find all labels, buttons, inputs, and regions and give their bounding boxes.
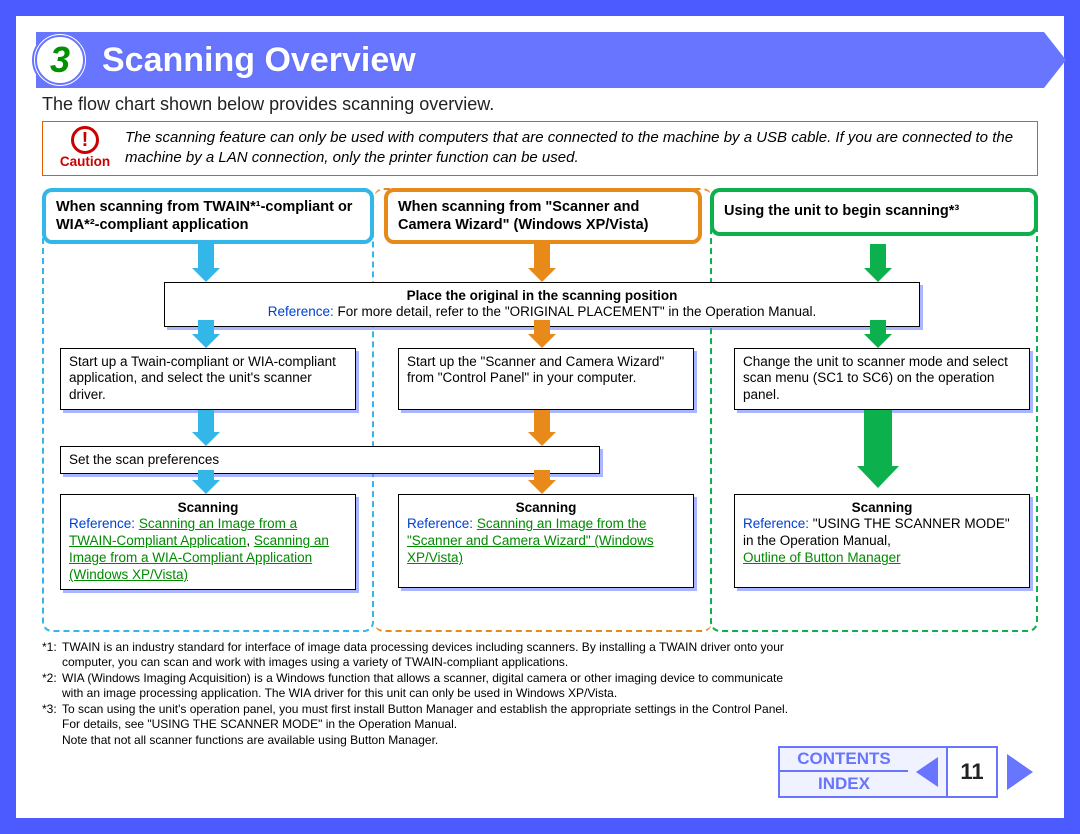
- flowchart-area: When scanning from TWAIN*¹-compliant or …: [42, 188, 1038, 632]
- nav-index-button[interactable]: INDEX: [780, 772, 908, 796]
- column-twain-heading: When scanning from TWAIN*¹-compliant or …: [42, 188, 374, 244]
- arrow-down-large-icon: [857, 410, 899, 488]
- column-unit-heading: Using the unit to begin scanning*³: [710, 188, 1038, 236]
- caution-label: Caution: [49, 154, 121, 169]
- chapter-title: Scanning Overview: [102, 41, 416, 80]
- page-number: 11: [946, 746, 998, 798]
- intro-text: The flow chart shown below provides scan…: [42, 94, 1038, 115]
- footnote-note: Note that not all scanner functions are …: [62, 733, 438, 749]
- footnote-1: TWAIN is an industry standard for interf…: [62, 640, 802, 671]
- step-placement-title: Place the original in the scanning posit…: [173, 288, 911, 305]
- footnote-tag: *2:: [42, 671, 62, 702]
- exclamation-icon: !: [71, 126, 99, 154]
- footnotes: *1:TWAIN is an industry standard for int…: [42, 640, 802, 749]
- arrow-down-icon: [864, 320, 892, 348]
- nav-prev-button[interactable]: [908, 746, 946, 798]
- arrow-down-icon: [192, 320, 220, 348]
- chapter-title-bar: 3 Scanning Overview: [36, 32, 1044, 88]
- arrow-down-icon: [528, 244, 556, 282]
- scan-title: Scanning: [69, 500, 347, 517]
- footnote-2: WIA (Windows Imaging Acquisition) is a W…: [62, 671, 802, 702]
- caution-icon: ! Caution: [49, 126, 121, 169]
- step-scanner-mode: Change the unit to scanner mode and sele…: [734, 348, 1030, 411]
- step-set-preferences: Set the scan preferences: [60, 446, 600, 475]
- scan-title: Scanning: [407, 500, 685, 517]
- step-scan-unit: Scanning Reference: "USING THE SCANNER M…: [734, 494, 1030, 588]
- caution-text: The scanning feature can only be used wi…: [121, 126, 1031, 171]
- arrow-down-icon: [192, 244, 220, 282]
- step-start-wizard: Start up the "Scanner and Camera Wizard"…: [398, 348, 694, 410]
- nav-next-button[interactable]: [998, 746, 1042, 798]
- page: 3 Scanning Overview The flow chart shown…: [16, 16, 1064, 818]
- arrow-down-icon: [192, 410, 220, 446]
- footnote-tag: *3:: [42, 702, 62, 733]
- arrow-down-icon: [528, 410, 556, 446]
- footnote-tag: *1:: [42, 640, 62, 671]
- step-start-twain: Start up a Twain-compliant or WIA-compli…: [60, 348, 356, 411]
- arrow-down-icon: [192, 470, 220, 494]
- arrow-down-icon: [864, 244, 892, 282]
- nav-contents-index: CONTENTS INDEX: [778, 746, 908, 798]
- reference-label: Reference:: [407, 516, 473, 531]
- reference-text: For more detail, refer to the "ORIGINAL …: [334, 304, 817, 319]
- step-scan-twain: Scanning Reference: Scanning an Image fr…: [60, 494, 356, 590]
- nav-contents-button[interactable]: CONTENTS: [780, 748, 908, 772]
- step-scan-wizard: Scanning Reference: Scanning an Image fr…: [398, 494, 694, 588]
- triangle-left-icon: [916, 757, 938, 787]
- arrow-down-icon: [528, 470, 556, 494]
- footnote-tag: [42, 733, 62, 749]
- scan-title: Scanning: [743, 500, 1021, 517]
- reference-label: Reference:: [743, 516, 809, 531]
- caution-box: ! Caution The scanning feature can only …: [42, 121, 1038, 176]
- reference-label: Reference:: [69, 516, 135, 531]
- separator: ,: [246, 533, 254, 548]
- bottom-nav: CONTENTS INDEX 11: [778, 746, 1042, 798]
- column-wizard-heading: When scanning from "Scanner and Camera W…: [384, 188, 702, 244]
- chapter-number-badge: 3: [32, 32, 88, 88]
- footnote-3: To scan using the unit's operation panel…: [62, 702, 802, 733]
- link-button-manager[interactable]: Outline of Button Manager: [743, 550, 901, 565]
- triangle-right-icon: [1007, 754, 1033, 790]
- reference-label: Reference:: [268, 304, 334, 319]
- arrow-down-icon: [528, 320, 556, 348]
